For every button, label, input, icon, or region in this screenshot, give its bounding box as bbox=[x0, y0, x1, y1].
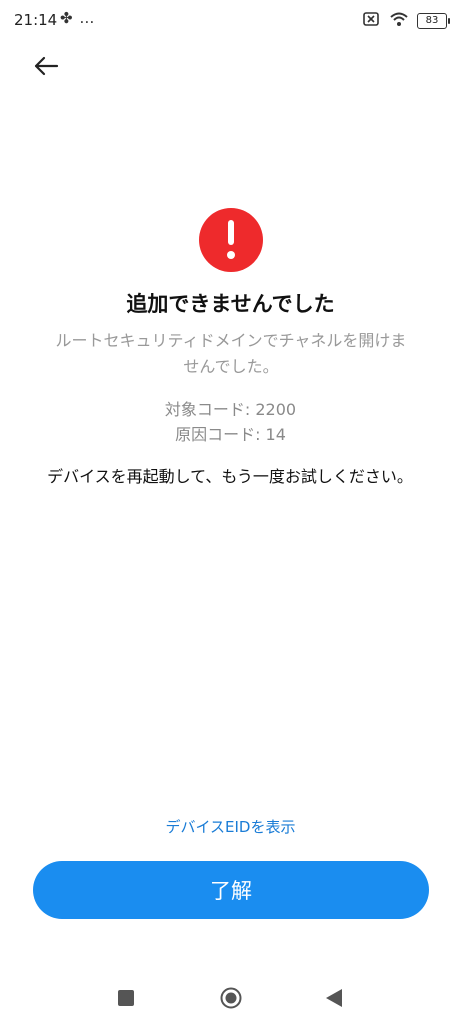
target-code: 対象コード: 2200 bbox=[164, 400, 297, 419]
battery-icon: 83 bbox=[417, 13, 450, 29]
home-icon[interactable] bbox=[220, 987, 242, 1009]
wifi-icon bbox=[389, 11, 409, 31]
error-alert-icon bbox=[199, 208, 263, 272]
retry-instruction: デバイスを再起動して、もう一度お試しください。 bbox=[47, 467, 413, 486]
status-notification-icons: ✤ … bbox=[60, 9, 96, 27]
error-codes: 対象コード: 2200 原因コード: 14 bbox=[0, 397, 461, 447]
nav-back-icon[interactable] bbox=[325, 988, 343, 1008]
status-bar: 21:14 ✤ … 83 bbox=[0, 0, 461, 40]
recent-apps-icon[interactable] bbox=[118, 990, 134, 1006]
show-eid-link[interactable]: デバイスEIDを表示 bbox=[0, 816, 461, 837]
ok-button[interactable]: 了解 bbox=[33, 861, 429, 919]
status-time: 21:14 bbox=[14, 11, 58, 29]
navigation-bar bbox=[0, 976, 461, 1024]
status-right-icons: 83 bbox=[363, 11, 450, 31]
sim-off-icon bbox=[363, 11, 381, 31]
error-title: 追加できませんでした bbox=[126, 292, 335, 316]
error-description: ルートセキュリティドメインでチャネルを開けませんでした。 bbox=[55, 331, 407, 376]
arrow-left-icon bbox=[34, 56, 59, 76]
back-button[interactable] bbox=[28, 48, 64, 84]
cause-code: 原因コード: 14 bbox=[175, 425, 286, 444]
